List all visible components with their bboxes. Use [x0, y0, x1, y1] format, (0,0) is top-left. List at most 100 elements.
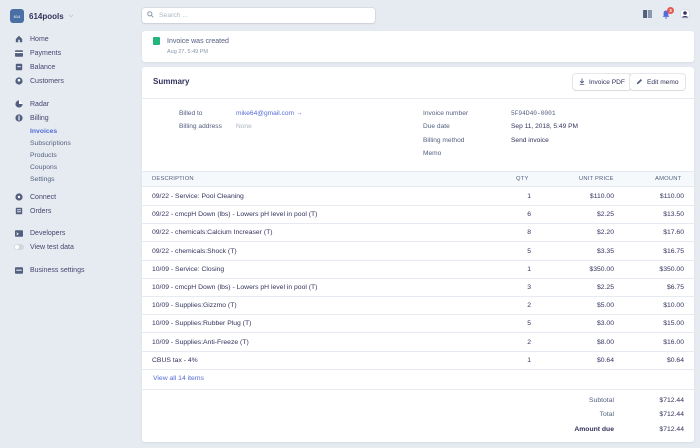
table-row[interactable]: CBUS tax - 4% 1 $0.64 $0.64	[142, 352, 694, 370]
sidebar-sub-coupons[interactable]: Coupons	[30, 161, 57, 173]
table-row[interactable]: 10/09 - Supplies:Gizzmo (T) 2 $5.00 $10.00	[142, 297, 694, 316]
sidebar-item-label: Connect	[30, 193, 57, 201]
subtotal-value: $712.44	[659, 397, 684, 404]
divider	[142, 389, 694, 390]
table-row[interactable]: 09/22 - cmcpH Down (lbs) - Lowers pH lev…	[142, 206, 694, 225]
top-icons: 3	[643, 6, 691, 21]
cell-unit-price: $3.00	[596, 320, 614, 328]
cell-description: CBUS tax - 4%	[152, 356, 198, 364]
event-time: Aug 27, 5:49 PM	[167, 49, 208, 55]
edit-memo-button[interactable]: Edit memo	[630, 74, 685, 90]
balance-icon	[14, 63, 24, 71]
cell-description: 09/22 - chemicals:Calcium Increaser (T)	[152, 229, 273, 237]
invoice-number-label: Invoice number	[423, 110, 469, 117]
cell-unit-price: $350.00	[589, 265, 614, 273]
cell-amount: $15.00	[663, 320, 684, 328]
memo-label: Memo	[423, 150, 442, 157]
cell-amount: $16.00	[663, 338, 684, 346]
cell-amount: $110.00	[659, 193, 684, 200]
sidebar-sub-products[interactable]: Products	[30, 149, 57, 161]
cell-description: 10/09 - Supplies:Anti-Freeze (T)	[152, 338, 249, 346]
account-logo: 614	[10, 9, 24, 23]
cell-description: 09/22 - cmcpH Down (lbs) - Lowers pH lev…	[152, 211, 318, 219]
cell-unit-price: $2.25	[596, 284, 614, 291]
invoice-number-value: 5F94D40-0001	[511, 110, 556, 117]
cell-qty: 1	[527, 265, 531, 273]
view-all-items-link[interactable]: View all 14 items	[153, 375, 204, 382]
billing-address-value: None	[236, 123, 252, 130]
sidebar-item-label: View test data	[30, 243, 74, 251]
cell-qty: 2	[527, 302, 531, 310]
sidebar-item-billing[interactable]: Billing	[14, 112, 49, 124]
table-row[interactable]: 10/09 - Supplies:Rubber Plug (T) 5 $3.00 $1…	[142, 315, 694, 334]
notifications-button[interactable]: 3	[662, 6, 674, 21]
sidebar-item-payments[interactable]: Payments	[14, 47, 61, 59]
table-row[interactable]: 09/22 - chemicals:Calcium Increaser (T) 8…	[142, 224, 694, 243]
billing-method-value: Send invoice	[511, 137, 549, 144]
sidebar-sub-invoices[interactable]: Invoices	[30, 125, 57, 137]
due-date-label: Due date	[423, 123, 450, 130]
account-switcher[interactable]: 614 614pools ⌵	[10, 9, 73, 23]
cell-unit-price: $2.25	[596, 211, 614, 219]
invoice-pdf-label: Invoice PDF	[589, 78, 625, 86]
sidebar-item-orders[interactable]: Orders	[14, 205, 51, 217]
cell-description: 10/09 - cmcpH Down (lbs) - Lowers pH lev…	[152, 284, 318, 291]
account-name: 614pools	[29, 11, 64, 21]
sidebar: 614 614pools ⌵ Home Payments Balance Cus…	[0, 0, 135, 448]
notification-badge: 3	[667, 6, 674, 14]
cell-amount: $16.75	[663, 247, 684, 255]
summary-title: Summary	[153, 77, 190, 86]
table-row[interactable]: 09/22 - chemicals:Shock (T) 5 $3.35 $16.75	[142, 243, 694, 261]
table-row[interactable]: 09/22 - Service: Pool Cleaning 1 $110.00 $1…	[142, 188, 694, 206]
chevron-down-icon: ⌵	[68, 12, 74, 19]
developers-icon	[14, 229, 24, 237]
sidebar-item-radar[interactable]: Radar	[14, 98, 49, 110]
event-card: Invoice was created Aug 27, 5:49 PM	[142, 31, 694, 62]
search-icon	[147, 11, 154, 20]
cell-qty: 5	[527, 247, 531, 255]
column-header-description: DESCRIPTION	[152, 176, 194, 182]
docs-icon[interactable]	[643, 10, 652, 20]
column-header-unit-price: UNIT PRICE	[579, 176, 614, 182]
billing-method-label: Billing method	[423, 137, 465, 144]
cell-qty: 6	[527, 211, 531, 219]
billing-address-label: Billing address	[179, 123, 222, 130]
radar-icon	[14, 100, 24, 108]
sidebar-item-developers[interactable]: Developers	[14, 227, 65, 239]
sidebar-item-connect[interactable]: Connect	[14, 191, 56, 203]
cell-unit-price: $5.00	[596, 302, 614, 310]
sidebar-item-home[interactable]: Home	[14, 33, 49, 45]
subtotal-label: Subtotal	[589, 397, 614, 404]
cell-description: 10/09 - Service: Closing	[152, 265, 225, 273]
sidebar-item-balance[interactable]: Balance	[14, 61, 55, 73]
column-header-amount: AMOUNT	[655, 176, 682, 182]
sidebar-sub-settings[interactable]: Settings	[30, 173, 55, 185]
bell-icon	[662, 10, 670, 21]
invoice-icon	[153, 37, 160, 45]
table-row[interactable]: 10/09 - Supplies:Anti-Freeze (T) 2 $8.00 $1…	[142, 334, 694, 352]
settings-icon	[14, 266, 24, 274]
cell-amount: $6.75	[666, 284, 684, 291]
search-bar[interactable]	[142, 8, 375, 23]
cell-qty: 8	[527, 229, 531, 237]
table-row[interactable]: 10/09 - Service: Closing 1 $350.00 $350.00	[142, 261, 694, 279]
sidebar-sub-subscriptions[interactable]: Subscriptions	[30, 137, 71, 149]
total-value: $712.44	[659, 411, 684, 418]
sidebar-item-view-test-data[interactable]: View test data	[14, 241, 74, 253]
sidebar-item-label: Customers	[30, 77, 64, 85]
sidebar-item-label: Orders	[30, 207, 52, 215]
sidebar-item-label: Home	[30, 35, 49, 43]
avatar[interactable]	[679, 8, 691, 21]
billed-to-link[interactable]: mike64@gmail.com →	[236, 110, 302, 117]
cell-qty: 3	[527, 284, 531, 291]
event-title: Invoice was created	[167, 38, 229, 45]
payments-icon	[14, 49, 24, 57]
cell-qty: 5	[527, 320, 531, 328]
invoice-pdf-button[interactable]: Invoice PDF	[573, 74, 631, 90]
sidebar-item-business-settings[interactable]: Business settings	[14, 264, 84, 276]
sidebar-item-customers[interactable]: Customers	[14, 75, 64, 87]
search-input[interactable]	[159, 12, 359, 19]
divider	[142, 98, 694, 99]
customers-icon	[14, 77, 24, 85]
table-row[interactable]: 10/09 - cmcpH Down (lbs) - Lowers pH lev…	[142, 279, 694, 297]
